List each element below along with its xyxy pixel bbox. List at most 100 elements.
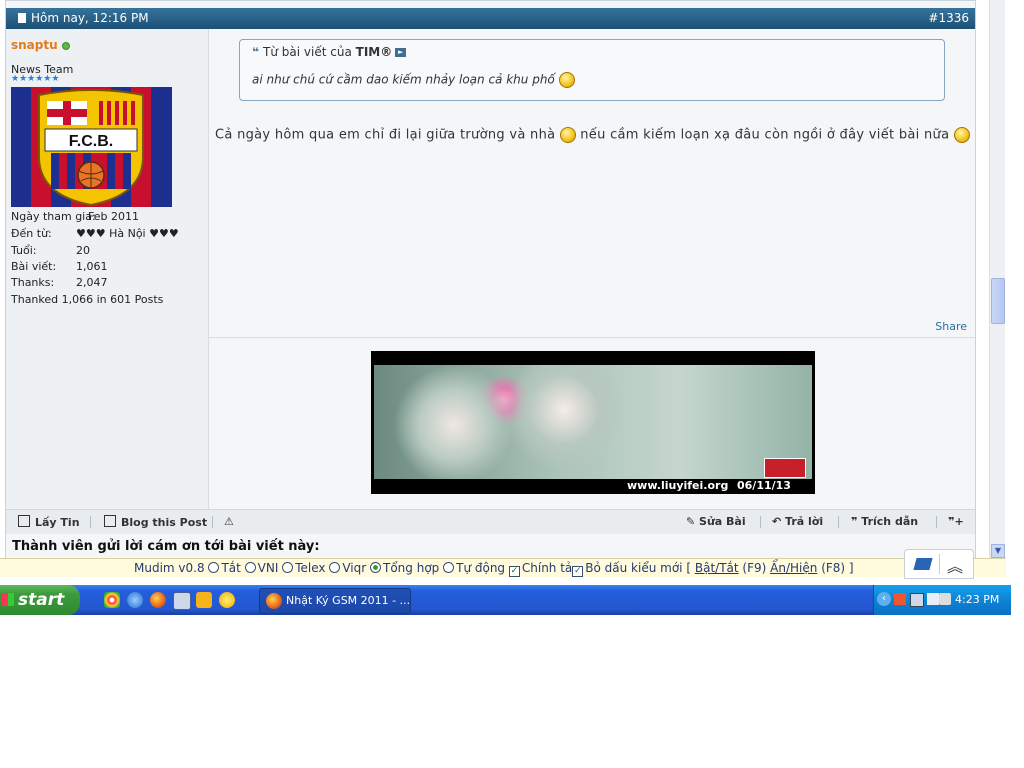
tongue-smiley-icon (953, 127, 970, 143)
radio-off[interactable] (208, 562, 220, 573)
quote-prefix: Từ bài viết của (263, 45, 352, 59)
share-link[interactable]: Share (935, 320, 967, 333)
action-separator (90, 516, 91, 528)
report-button[interactable]: ⚠ (224, 515, 234, 528)
volume-icon[interactable] (939, 593, 951, 605)
wink-smiley-icon (559, 127, 576, 143)
radio-telex[interactable] (282, 562, 294, 573)
signature-image (374, 365, 812, 479)
user-info-panel: snaptu News Team ★★★★★★ F.C.B. Ngày tham… (6, 29, 209, 509)
toggle-key: (F9) (742, 561, 767, 575)
action-separator (936, 516, 937, 528)
signature-url: www.liuyifei.org (627, 479, 729, 492)
post-number-link[interactable]: #1336 (928, 8, 969, 29)
radio-vni[interactable] (244, 562, 256, 573)
lay-tin-button[interactable]: Lấy Tin (18, 515, 80, 529)
reply-button[interactable]: ↶ Trả lời (772, 515, 823, 528)
quote-reply-button[interactable]: ❞ Trích dẫn (851, 515, 918, 528)
hide-link[interactable]: Ẩn/Hiện (770, 561, 817, 575)
blog-post-button[interactable]: Blog this Post (104, 515, 207, 529)
location-value: ♥♥♥ Hà Nội ♥♥♥ (76, 227, 179, 240)
avatar[interactable]: F.C.B. (11, 87, 172, 207)
network-icon[interactable] (910, 593, 924, 607)
multi-quote-button[interactable]: ❞+ (948, 515, 964, 528)
laughing-smiley-icon (558, 72, 575, 88)
vertical-scrollbar[interactable]: ▼ (989, 0, 1005, 560)
radio-viqr-label: Viqr (342, 561, 367, 575)
quote-header: ❝ Từ bài viết của TIM® ► (252, 45, 407, 59)
quote-icon: ❝ (252, 45, 260, 59)
lay-tin-label: Lấy Tin (35, 516, 80, 529)
eraser-icon[interactable] (913, 558, 933, 570)
bracket-close: ] (848, 561, 854, 575)
svg-text:F.C.B.: F.C.B. (69, 133, 113, 150)
join-date-value: Feb 2011 (88, 210, 139, 223)
mudim-toolbox: ︽ (904, 549, 974, 579)
hide-key: (F8) (821, 561, 846, 575)
task-title: Nhật Ký GSM 2011 - ... (286, 594, 411, 607)
location-label: Đến từ: (11, 227, 52, 240)
reply-arrow-icon: ↶ (772, 515, 786, 528)
tray-expand-icon[interactable]: ‹ (877, 592, 891, 606)
media-player-icon[interactable] (196, 592, 212, 608)
signature-divider (209, 337, 975, 338)
checkbox-spell[interactable]: ✓ (508, 566, 520, 577)
age-label: Tuổi: (11, 244, 37, 257)
bracket-open: [ (686, 561, 692, 575)
toolbox-divider (939, 554, 940, 574)
edit-post-button[interactable]: ✎ Sửa Bài (686, 515, 746, 528)
action-separator (212, 516, 213, 528)
radio-combined[interactable] (370, 562, 381, 573)
post-date: Hôm nay, 12:16 PM (31, 11, 149, 25)
quote-bubble-icon: ❞ (851, 515, 862, 528)
firefox-icon (266, 593, 282, 609)
radio-vni-label: VNI (257, 561, 279, 575)
user-rank-stars: ★★★★★★ (11, 74, 60, 84)
checkbox-newstyle[interactable]: ✓ (572, 566, 584, 577)
monitor-icon[interactable] (927, 593, 939, 605)
checkbox-spell-label: Chính tả (521, 561, 573, 575)
system-tray: ‹ 4:23 PM (873, 585, 1011, 615)
collapse-chevron-icon[interactable]: ︽ (947, 553, 963, 577)
taskbar-window-firefox[interactable]: Nhật Ký GSM 2011 - ... (259, 588, 411, 614)
post-content: ❝ Từ bài viết của TIM® ► ai như chú cứ cầm… (209, 29, 975, 509)
thanks-section-title: Thành viên gửi lời cám ơn tới bài viết n… (12, 539, 320, 554)
blog-icon (104, 515, 116, 527)
chrome-icon[interactable] (104, 592, 120, 608)
ie-icon[interactable] (127, 592, 143, 608)
scroll-down-arrow-icon[interactable]: ▼ (991, 544, 1005, 558)
message-part-1: Cả ngày hôm qua em chỉ đi lại giữa trườn… (215, 127, 556, 143)
messenger-smiley-icon[interactable] (219, 592, 235, 608)
start-button[interactable]: start (0, 585, 80, 615)
toggle-link[interactable]: Bật/Tắt (695, 561, 739, 575)
start-label: start (18, 590, 65, 610)
mudim-controls: Mudim v0.8 Tắt VNI Telex Viqr Tổng hợp T… (134, 559, 854, 577)
radio-auto[interactable] (443, 562, 455, 573)
scrollbar-thumb[interactable] (991, 278, 1005, 324)
signature-date: 06/11/13 (737, 479, 791, 492)
thanked-count: Thanked 1,066 in 601 Posts (11, 293, 164, 306)
mudim-version: Mudim v0.8 (134, 561, 205, 575)
posts-value: 1,061 (76, 260, 108, 273)
post-header: Hôm nay, 12:16 PM #1336 (6, 8, 975, 29)
view-post-icon[interactable]: ► (395, 48, 407, 57)
thanks-label: Thanks: (11, 276, 55, 289)
radio-viqr[interactable] (329, 562, 341, 573)
signature-banner: www.liuyifei.org 06/11/13 (371, 351, 815, 494)
age-value: 20 (76, 244, 90, 257)
username-link[interactable]: snaptu (11, 38, 58, 52)
antivirus-icon[interactable] (894, 593, 906, 605)
multi-quote-icon: ❞+ (948, 515, 964, 528)
windows-taskbar: start Nhật Ký GSM 2011 - ... ‹ 4:23 PM (0, 585, 1011, 615)
join-date-label: Ngày tham gia: (11, 210, 96, 223)
action-separator (760, 516, 761, 528)
forum-post: Hôm nay, 12:16 PM #1336 snaptu News Team… (5, 0, 976, 562)
show-desktop-icon[interactable] (173, 592, 191, 610)
post-action-bar: Lấy Tin Blog this Post ⚠ ✎ Sửa Bài ↶ Trả… (6, 509, 975, 534)
firefox-icon[interactable] (150, 592, 166, 608)
radio-auto-label: Tự động (456, 561, 506, 575)
browser-viewport: Hôm nay, 12:16 PM #1336 snaptu News Team… (0, 0, 1024, 585)
quote-box: ❝ Từ bài viết của TIM® ► ai như chú cứ cầm… (239, 39, 945, 101)
quote-author: TIM® (355, 45, 393, 59)
action-separator (838, 516, 839, 528)
